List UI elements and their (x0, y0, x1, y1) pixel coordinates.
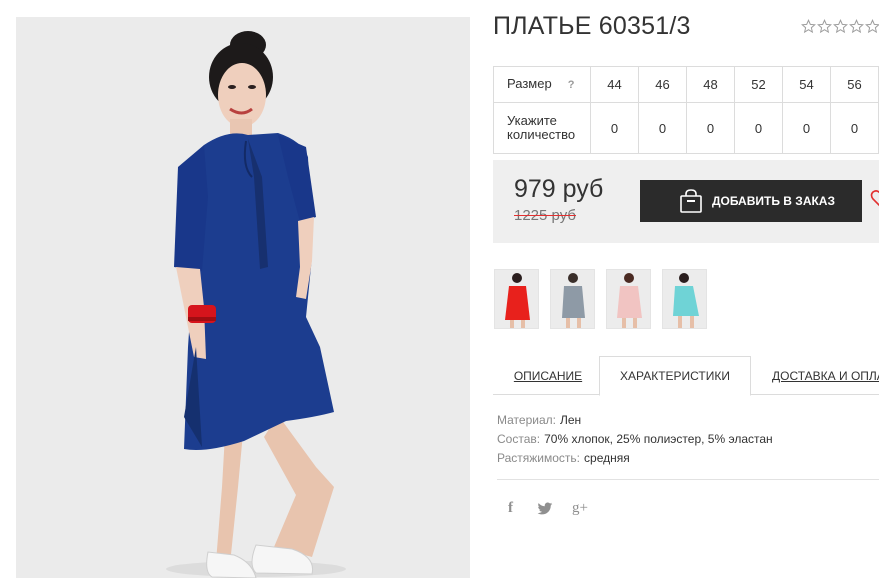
tab-characteristics[interactable]: ХАРАКТЕРИСТИКИ (599, 356, 751, 396)
spec-value: Лен (559, 413, 582, 427)
size-cell: 54 (782, 66, 831, 103)
main-product-photo[interactable] (16, 17, 470, 578)
add-to-order-button[interactable]: ДОБАВИТЬ В ЗАКАЗ (640, 180, 862, 222)
star-icon[interactable] (801, 19, 816, 34)
star-icon[interactable] (817, 19, 832, 34)
thumb-gray[interactable] (550, 269, 595, 329)
tab-delivery[interactable]: ДОСТАВКА И ОПЛАТА (766, 356, 879, 395)
size-label-cell: Размер? (493, 66, 591, 103)
spec-key: Материал: (497, 413, 556, 427)
size-row: Размер? 44 46 48 52 54 56 (493, 66, 879, 103)
size-help-icon[interactable]: ? (568, 78, 575, 92)
size-label: Размер (507, 76, 552, 91)
wishlist-heart-icon[interactable] (870, 189, 879, 209)
spec-row: Материал: Лен (497, 411, 773, 430)
size-table: Размер? 44 46 48 52 54 56 Укажите количе… (493, 66, 879, 154)
size-cell: 56 (830, 66, 879, 103)
quantity-input[interactable]: 0 (830, 102, 879, 154)
shopping-bag-icon (680, 189, 702, 213)
size-cell: 46 (638, 66, 687, 103)
spec-row: Растяжимость: средняя (497, 449, 773, 468)
star-icon[interactable] (865, 19, 879, 34)
quantity-input[interactable]: 0 (734, 102, 783, 154)
quantity-input[interactable]: 0 (638, 102, 687, 154)
thumb-mint[interactable] (662, 269, 707, 329)
divider (497, 479, 879, 480)
spec-value: 70% хлопок, 25% полиэстер, 5% эластан (544, 432, 773, 446)
social-share: f g+ (508, 500, 588, 517)
quantity-input[interactable]: 0 (782, 102, 831, 154)
specs-list: Материал: Лен Состав: 70% хлопок, 25% поли… (497, 411, 773, 468)
model-illustration (166, 31, 346, 578)
tab-description[interactable]: ОПИСАНИЕ (497, 356, 599, 395)
size-cell: 48 (686, 66, 735, 103)
old-price: 1225 руб (514, 207, 576, 224)
add-to-order-label: ДОБАВИТЬ В ЗАКАЗ (712, 194, 835, 208)
quantity-input[interactable]: 0 (686, 102, 735, 154)
product-title: ПЛАТЬЕ 60351/3 (493, 12, 691, 40)
spec-row: Состав: 70% хлопок, 25% полиэстер, 5% эла… (497, 430, 773, 449)
spec-key: Растяжимость: (497, 451, 581, 465)
twitter-icon[interactable] (537, 502, 553, 516)
star-icon[interactable] (849, 19, 864, 34)
quantity-input[interactable]: 0 (590, 102, 639, 154)
price-box: 979 руб 1225 руб ДОБАВИТЬ В ЗАКАЗ (493, 160, 879, 243)
size-cell: 52 (734, 66, 783, 103)
rating-stars[interactable] (801, 19, 879, 34)
star-icon[interactable] (833, 19, 848, 34)
current-price: 979 руб (514, 175, 604, 203)
spec-key: Состав: (497, 432, 541, 446)
thumb-red[interactable] (494, 269, 539, 329)
size-cell: 44 (590, 66, 639, 103)
google-plus-icon[interactable]: g+ (572, 500, 588, 517)
facebook-icon[interactable]: f (508, 500, 513, 517)
quantity-row: Укажите количество 0 0 0 0 0 0 (493, 102, 879, 154)
color-thumbnails (494, 269, 707, 329)
thumb-pink[interactable] (606, 269, 651, 329)
spec-value: средняя (584, 451, 630, 465)
quantity-label: Укажите количество (493, 102, 591, 154)
